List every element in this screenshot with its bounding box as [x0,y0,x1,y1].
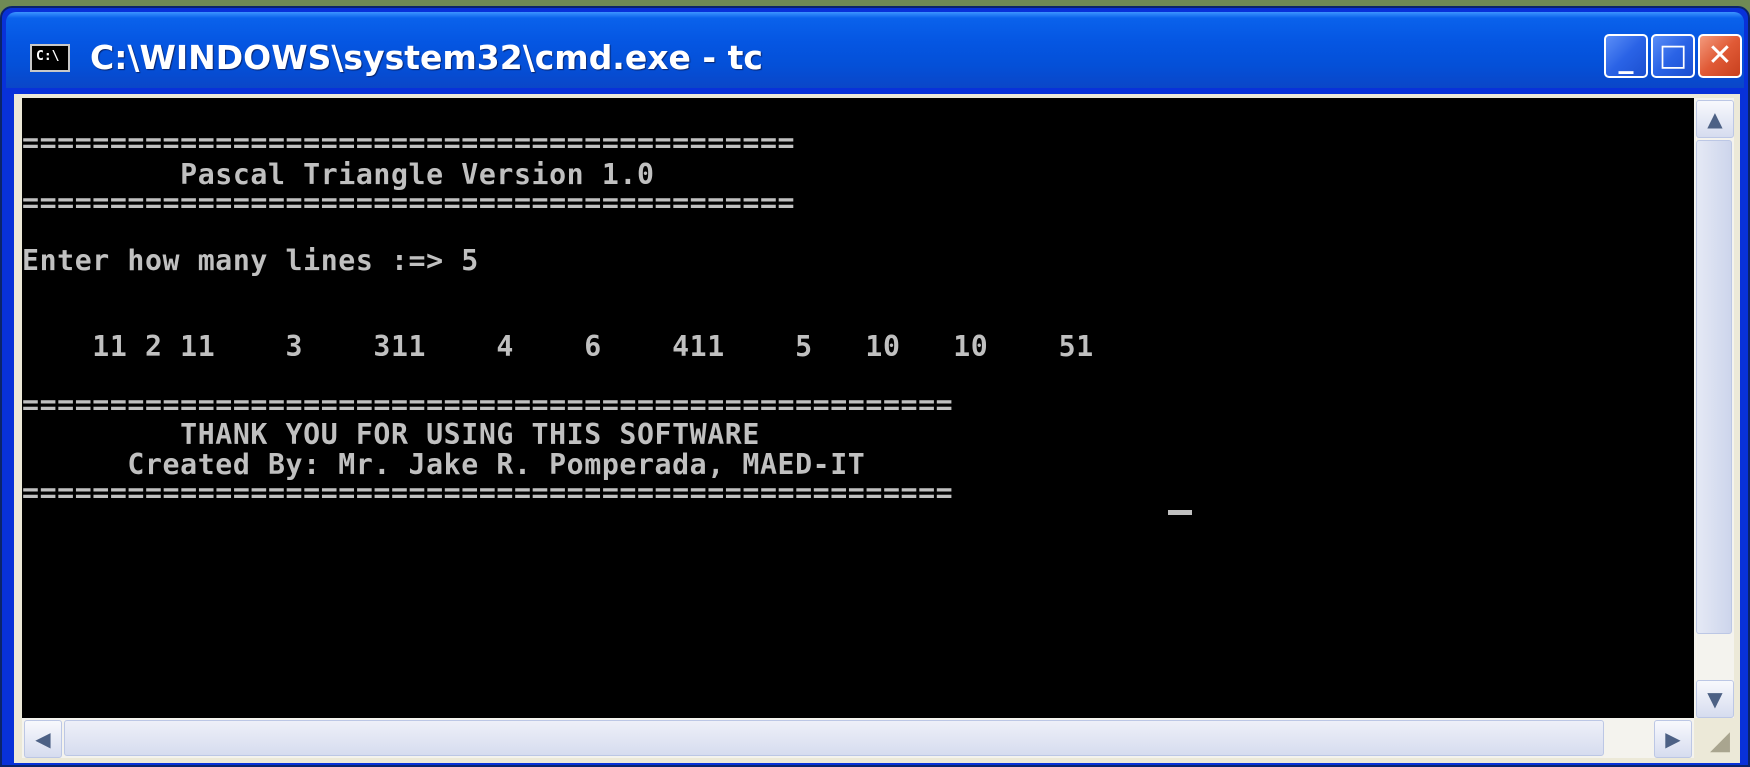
console-line: ========================================… [22,476,954,509]
maximize-button[interactable]: □ [1651,34,1695,78]
maximize-icon: □ [1658,38,1688,73]
cmd-icon[interactable]: C:\ [30,44,70,72]
console-line: ========================================… [22,126,796,159]
console-line: ========================================… [22,186,796,219]
console-line: ========================================… [22,388,954,421]
text-cursor [1168,510,1192,515]
close-icon: ✕ [1707,38,1733,73]
console-line: THANK YOU FOR USING THIS SOFTWARE [22,418,760,451]
minimize-icon: _ [1618,40,1634,75]
vertical-scrollbar[interactable]: ▲ ▼ [1694,98,1734,718]
horizontal-scroll-thumb[interactable] [64,720,1604,756]
client-area: ========================================… [14,94,1740,763]
scroll-left-button[interactable]: ◀ [24,720,62,758]
scroll-right-icon: ▶ [1665,727,1681,751]
minimize-button[interactable]: _ [1604,34,1648,78]
scroll-down-icon: ▼ [1707,687,1723,711]
resize-grip-icon: ◢ [1710,726,1730,756]
scroll-left-icon: ◀ [35,727,51,751]
window-title: C:\WINDOWS\system32\cmd.exe - tc [90,38,763,77]
cmd-window: C:\ C:\WINDOWS\system32\cmd.exe - tc _ □… [0,6,1750,767]
console-output[interactable]: ========================================… [22,98,1694,718]
console-line: Enter how many lines :=> 5 [22,244,479,277]
vertical-scroll-thumb[interactable] [1696,140,1732,634]
scroll-up-button[interactable]: ▲ [1696,100,1734,138]
resize-grip[interactable]: ◢ [1694,718,1734,758]
console-line: 11 2 11 3 311 4 6 411 5 10 10 51 [22,330,1094,363]
scroll-up-icon: ▲ [1707,107,1723,131]
title-bar[interactable]: C:\ C:\WINDOWS\system32\cmd.exe - tc _ □… [6,12,1744,88]
horizontal-scrollbar[interactable]: ◀ ▶ [22,718,1694,758]
scroll-right-button[interactable]: ▶ [1654,720,1692,758]
close-button[interactable]: ✕ [1698,34,1742,78]
scroll-down-button[interactable]: ▼ [1696,680,1734,718]
